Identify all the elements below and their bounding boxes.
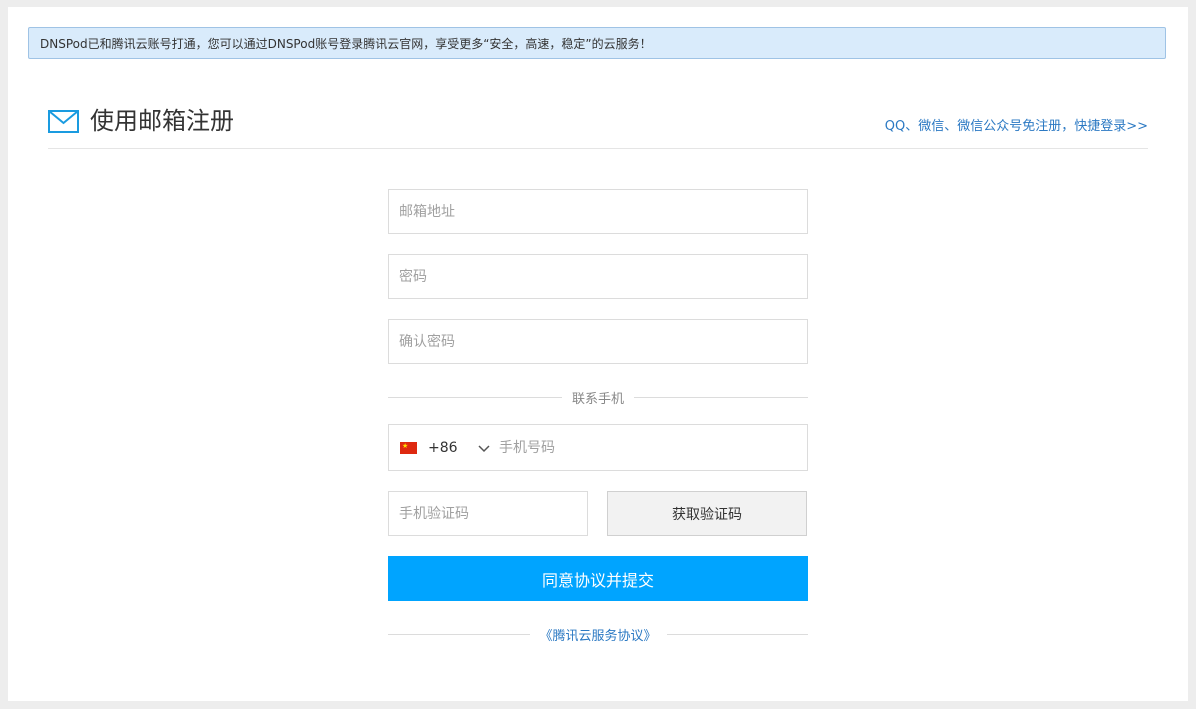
sms-code-field-box: [388, 491, 588, 536]
confirm-password-field-box: [388, 319, 808, 364]
quick-login-link[interactable]: QQ、微信、微信公众号免注册，快捷登录>>: [885, 115, 1148, 134]
agreement-line-right: [666, 633, 809, 635]
phone-section-label: 联系手机: [572, 391, 625, 407]
phone-section-divider: 联系手机: [388, 387, 809, 407]
password-field-box: [388, 254, 808, 299]
submit-button[interactable]: 同意协议并提交: [388, 556, 808, 601]
email-field-box: [388, 189, 808, 234]
chevron-down-icon: [478, 444, 490, 452]
password-input[interactable]: [389, 255, 807, 298]
china-flag-icon: ★: [400, 441, 417, 454]
notice-banner: DNSPod已和腾讯云账号打通，您可以通过DNSPod账号登录腾讯云官网，享受更…: [28, 27, 1166, 59]
get-code-button[interactable]: 获取验证码: [607, 491, 807, 536]
page-title: 使用邮箱注册: [90, 107, 234, 135]
mail-icon: [48, 110, 79, 133]
page-header: 使用邮箱注册 QQ、微信、微信公众号免注册，快捷登录>>: [48, 100, 1148, 149]
agreement-link[interactable]: 《腾讯云服务协议》: [530, 625, 667, 644]
phone-field-box: ★ +86: [388, 424, 808, 471]
email-input[interactable]: [389, 190, 807, 233]
country-code-select[interactable]: ★ +86: [389, 425, 499, 470]
sms-code-input[interactable]: [389, 492, 587, 535]
divider-line-right: [634, 396, 809, 398]
agreement-divider: 《腾讯云服务协议》: [388, 624, 809, 644]
confirm-password-input[interactable]: [389, 320, 807, 363]
divider-line-left: [388, 396, 562, 398]
notice-text: DNSPod已和腾讯云账号打通，您可以通过DNSPod账号登录腾讯云官网，享受更…: [40, 36, 652, 51]
agreement-line-left: [388, 633, 530, 635]
phone-input[interactable]: [499, 425, 807, 470]
country-code: +86: [428, 439, 458, 456]
